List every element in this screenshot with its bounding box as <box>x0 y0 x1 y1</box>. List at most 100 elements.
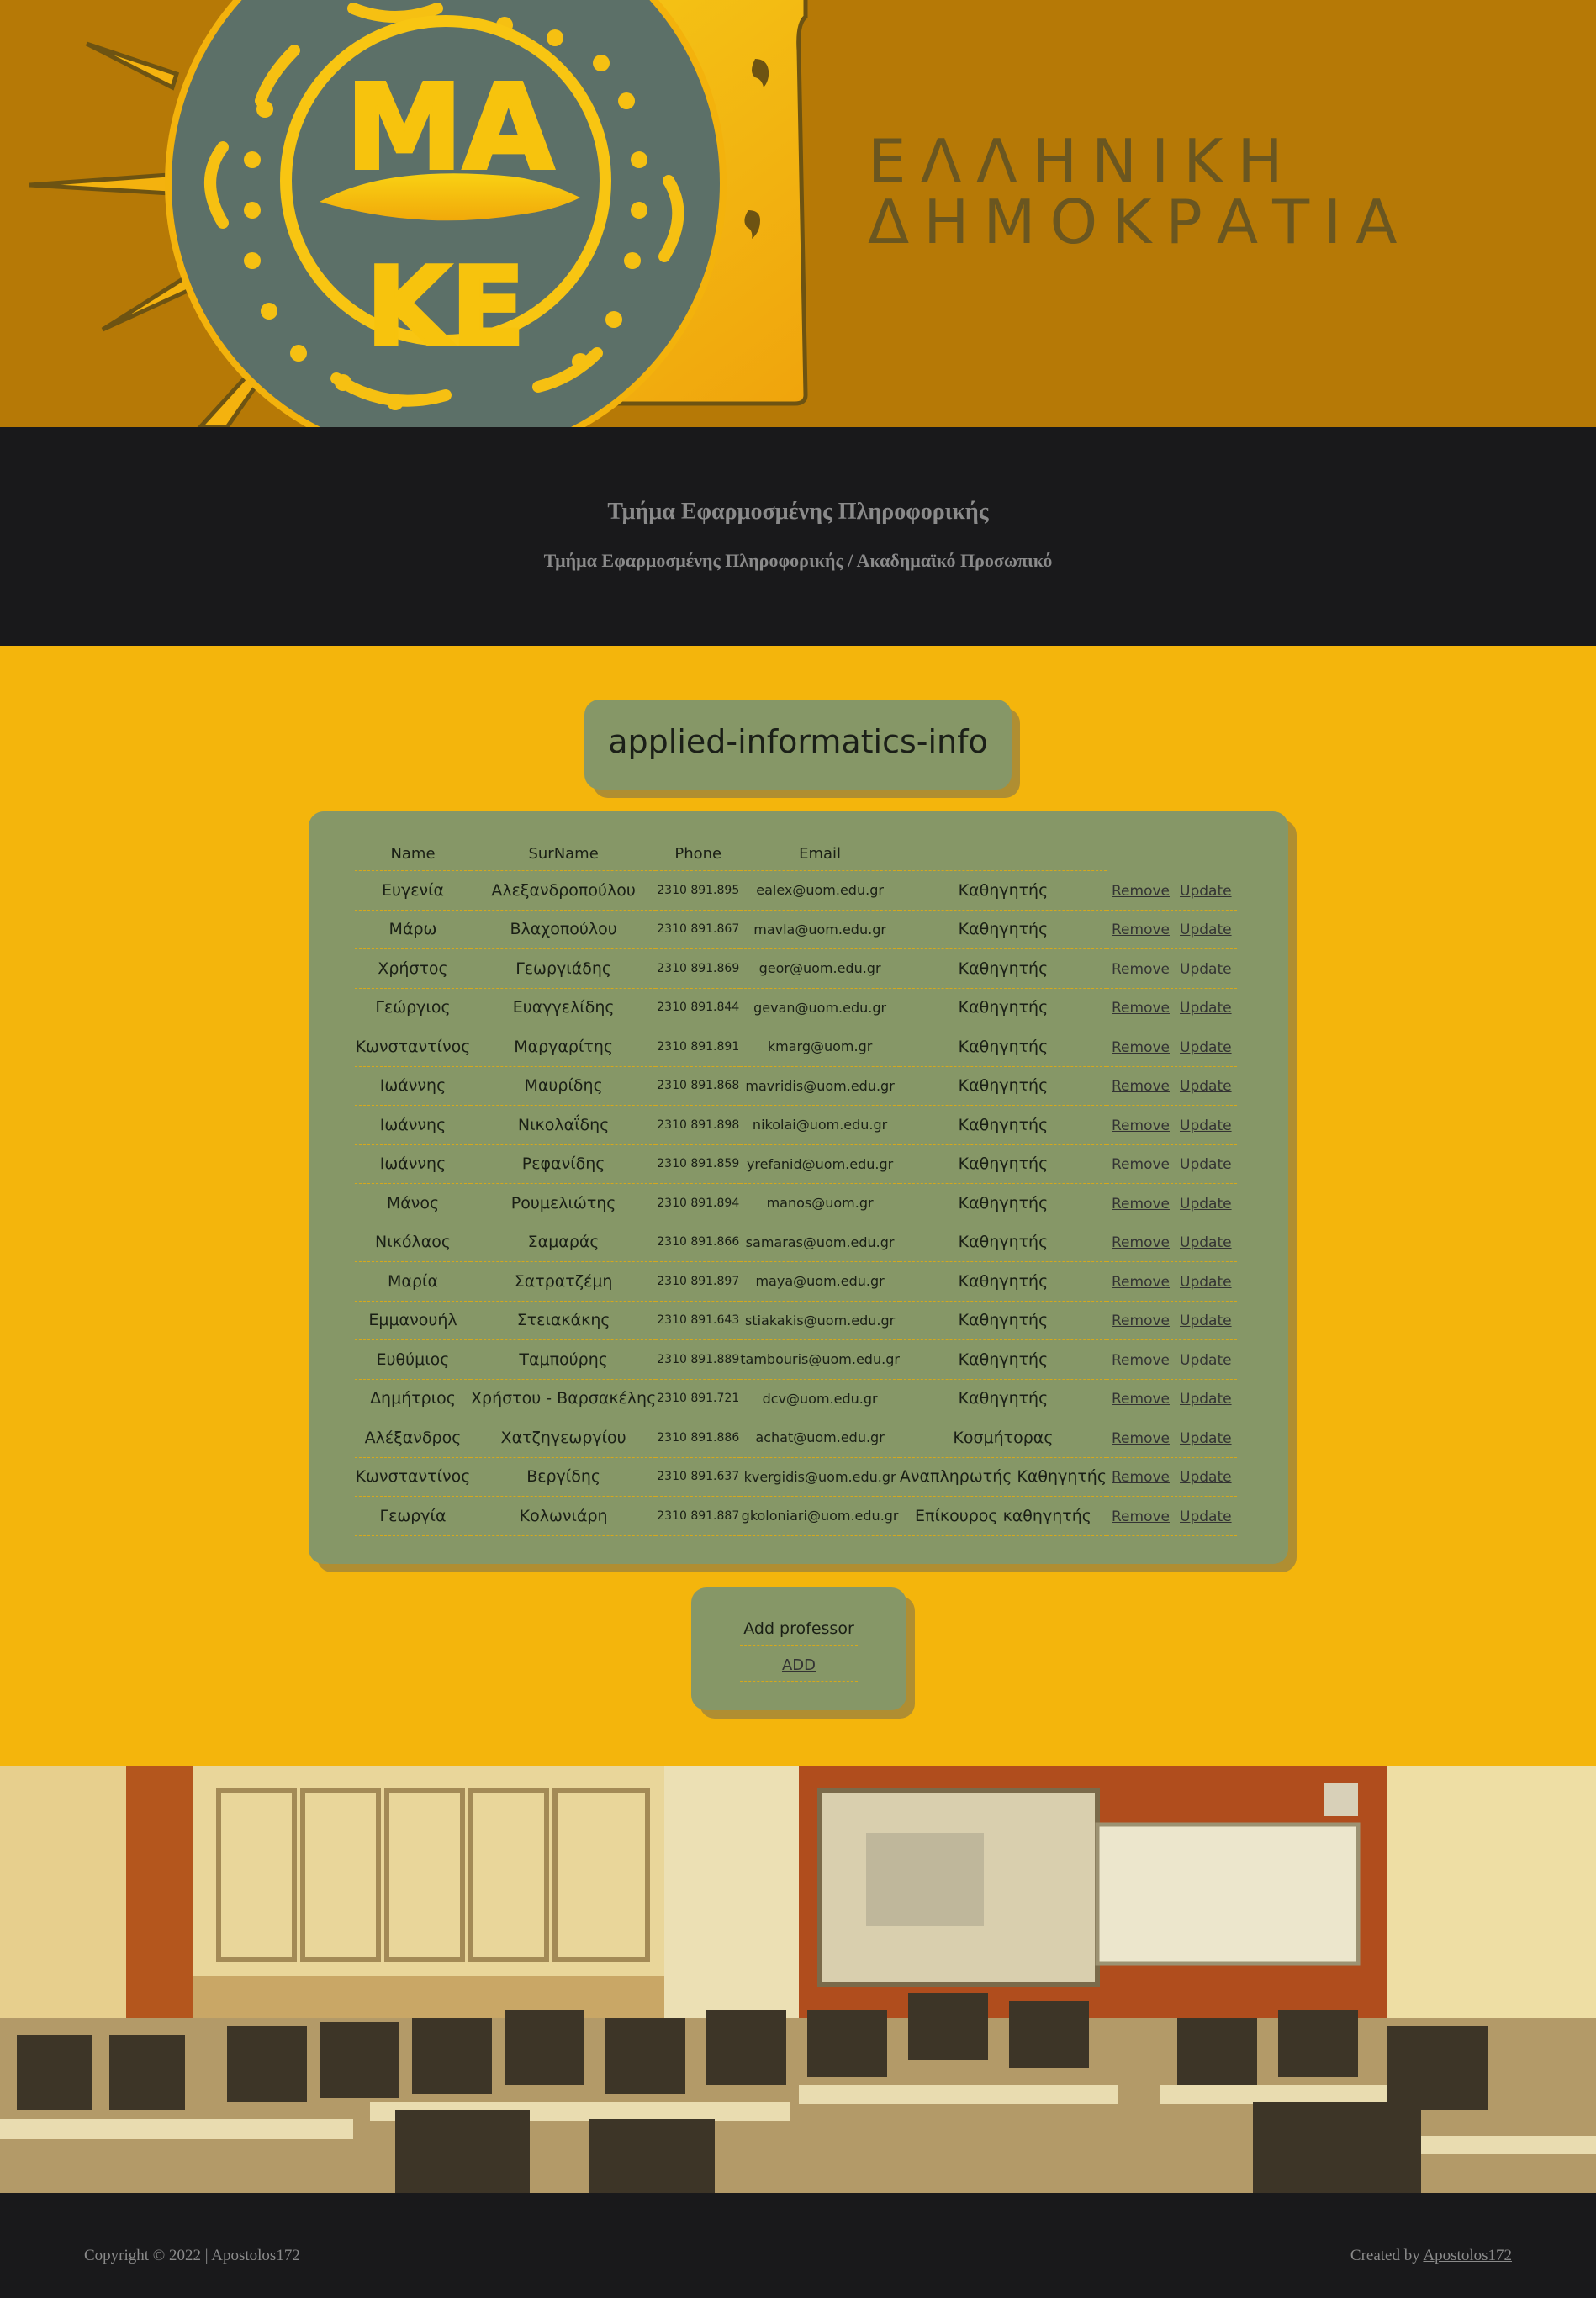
cell-phone: 2310 891.643 <box>656 1301 741 1340</box>
remove-link[interactable]: Remove <box>1112 883 1170 900</box>
cell-surname: Σαμαράς <box>471 1223 657 1262</box>
update-link[interactable]: Update <box>1180 1313 1232 1329</box>
country-name-line2: ΔΗΜΟΚΡΑΤΙΑ <box>868 187 1412 257</box>
remove-link[interactable]: Remove <box>1112 1313 1170 1329</box>
cell-actions: Remove Update <box>1107 1339 1237 1380</box>
remove-link[interactable]: Remove <box>1112 1352 1170 1369</box>
table-row: Ευγενία Αλεξανδροπούλου 2310 891.895 ealex@… <box>355 870 1237 911</box>
table-row: Μάρω Βλαχοπούλου 2310 891.867 mavla@uom.edu… <box>355 910 1237 949</box>
cell-actions: Remove Update <box>1107 1457 1237 1497</box>
cell-surname: Χατζηγεωργίου <box>471 1418 657 1458</box>
cell-role: Καθηγητής <box>899 1339 1107 1380</box>
cell-actions: Remove Update <box>1107 1223 1237 1262</box>
remove-link[interactable]: Remove <box>1112 1391 1170 1408</box>
cell-name: Μαρία <box>355 1261 471 1302</box>
cell-surname: Στειακάκης <box>471 1301 657 1340</box>
update-link[interactable]: Update <box>1180 922 1232 938</box>
cell-actions: Remove Update <box>1107 1261 1237 1302</box>
update-link[interactable]: Update <box>1180 1000 1232 1017</box>
cell-phone: 2310 891.637 <box>656 1457 741 1497</box>
copyright-text: Copyright © 2022 | Apostolos172 <box>84 2247 300 2264</box>
created-by-label: Created by <box>1350 2247 1420 2264</box>
remove-link[interactable]: Remove <box>1112 1430 1170 1447</box>
cell-surname: Μαυρίδης <box>471 1066 657 1106</box>
update-link[interactable]: Update <box>1180 1469 1232 1486</box>
header-email: Email <box>740 837 900 871</box>
cell-surname: Αλεξανδροπούλου <box>471 870 657 911</box>
cell-email: gevan@uom.edu.gr <box>740 988 900 1027</box>
remove-link[interactable]: Remove <box>1112 1508 1170 1525</box>
cell-actions: Remove Update <box>1107 1066 1237 1106</box>
credits: Created by Apostolos172 <box>1350 2247 1512 2265</box>
cell-name: Ευγενία <box>355 870 471 911</box>
update-link[interactable]: Update <box>1180 1352 1232 1369</box>
table-row: Χρήστος Γεωργιάδης 2310 891.869 geor@uom.ed… <box>355 948 1237 989</box>
table-row: Γεωργία Κολωνιάρη 2310 891.887 gkoloniari@u… <box>355 1496 1237 1536</box>
remove-link[interactable]: Remove <box>1112 961 1170 978</box>
cell-actions: Remove Update <box>1107 1496 1237 1536</box>
cell-name: Ιωάννης <box>355 1144 471 1184</box>
cell-email: maya@uom.edu.gr <box>740 1261 900 1302</box>
cell-role: Καθηγητής <box>899 1066 1107 1106</box>
update-link[interactable]: Update <box>1180 1274 1232 1291</box>
remove-link[interactable]: Remove <box>1112 1469 1170 1486</box>
department-bar: Τμήμα Εφαρμοσμένης Πληροφορικής Τμήμα Εφ… <box>0 427 1596 646</box>
page-title: applied-informatics-info <box>608 723 988 760</box>
cell-phone: 2310 891.897 <box>656 1261 741 1302</box>
cell-surname: Μαργαρίτης <box>471 1027 657 1067</box>
cell-email: dcv@uom.edu.gr <box>740 1379 900 1418</box>
cell-surname: Κολωνιάρη <box>471 1496 657 1536</box>
remove-link[interactable]: Remove <box>1112 1039 1170 1056</box>
cell-name: Κωνσταντίνος <box>355 1457 471 1497</box>
cell-phone: 2310 891.895 <box>656 870 741 911</box>
update-link[interactable]: Update <box>1180 1234 1232 1251</box>
cell-role: Καθηγητής <box>899 948 1107 989</box>
cell-phone: 2310 891.869 <box>656 948 741 989</box>
add-professor-label: Add professor <box>740 1619 858 1646</box>
remove-link[interactable]: Remove <box>1112 1156 1170 1173</box>
update-link[interactable]: Update <box>1180 1391 1232 1408</box>
cell-role: Καθηγητής <box>899 1105 1107 1145</box>
update-link[interactable]: Update <box>1180 1078 1232 1095</box>
cell-role: Επίκουρος καθηγητής <box>899 1496 1107 1536</box>
cell-name: Γεωργία <box>355 1496 471 1536</box>
cell-role: Αναπληρωτής Καθηγητής <box>899 1457 1107 1497</box>
cell-name: Μάρω <box>355 910 471 949</box>
update-link[interactable]: Update <box>1180 961 1232 978</box>
update-link[interactable]: Update <box>1180 883 1232 900</box>
author-link[interactable]: Apostolos172 <box>1423 2247 1512 2264</box>
header-phone: Phone <box>656 837 741 871</box>
header-banner: ΜΑ ΚΕ ΕΛΛΗΝΙΚΗ ΔΗΜΟΚΡΑΤΙΑ <box>0 0 1596 427</box>
cell-role: Καθηγητής <box>899 1223 1107 1262</box>
add-professor-card: Add professor ADD <box>691 1587 906 1710</box>
remove-link[interactable]: Remove <box>1112 1078 1170 1095</box>
remove-link[interactable]: Remove <box>1112 1234 1170 1251</box>
remove-link[interactable]: Remove <box>1112 1000 1170 1017</box>
cell-actions: Remove Update <box>1107 870 1237 911</box>
header-name: Name <box>355 837 471 871</box>
cell-phone: 2310 891.866 <box>656 1223 741 1262</box>
cell-surname: Βλαχοπούλου <box>471 910 657 949</box>
cell-name: Κωνσταντίνος <box>355 1027 471 1067</box>
update-link[interactable]: Update <box>1180 1156 1232 1173</box>
update-link[interactable]: Update <box>1180 1039 1232 1056</box>
update-link[interactable]: Update <box>1180 1430 1232 1447</box>
update-link[interactable]: Update <box>1180 1117 1232 1134</box>
university-seal-logo: ΜΑ ΚΕ <box>29 0 808 427</box>
cell-surname: Ευαγγελίδης <box>471 988 657 1027</box>
cell-email: achat@uom.edu.gr <box>740 1418 900 1458</box>
remove-link[interactable]: Remove <box>1112 922 1170 938</box>
cell-phone: 2310 891.891 <box>656 1027 741 1067</box>
remove-link[interactable]: Remove <box>1112 1117 1170 1134</box>
cell-email: kmarg@uom.gr <box>740 1027 900 1067</box>
update-link[interactable]: Update <box>1180 1196 1232 1212</box>
cell-role: Καθηγητής <box>899 1261 1107 1302</box>
cell-email: gkoloniari@uom.edu.gr <box>740 1496 900 1536</box>
cell-phone: 2310 891.859 <box>656 1144 741 1184</box>
remove-link[interactable]: Remove <box>1112 1274 1170 1291</box>
add-professor-link[interactable]: ADD <box>782 1656 816 1674</box>
cell-email: nikolai@uom.edu.gr <box>740 1105 900 1145</box>
remove-link[interactable]: Remove <box>1112 1196 1170 1212</box>
update-link[interactable]: Update <box>1180 1508 1232 1525</box>
header-actions <box>1107 837 1237 871</box>
